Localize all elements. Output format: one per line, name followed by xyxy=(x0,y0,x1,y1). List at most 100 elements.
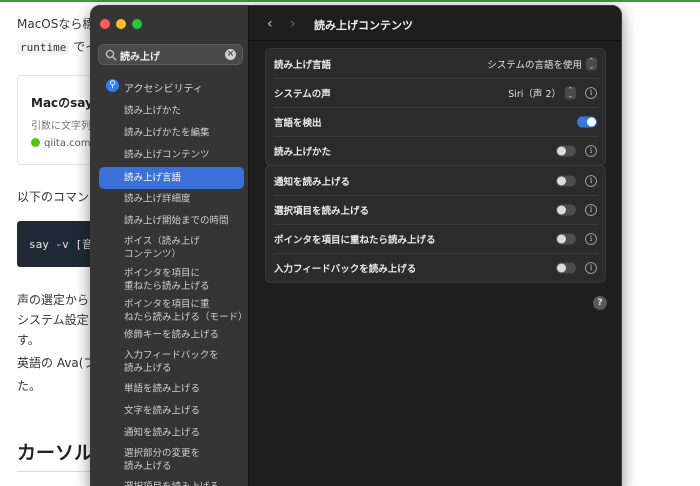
sidebar-item-7[interactable]: ボイス（読み上げ コンテンツ） xyxy=(99,233,244,263)
bg-text-line: runtime でイ xyxy=(17,38,97,55)
sidebar-item-13[interactable]: 文字を読み上げる xyxy=(99,401,244,421)
link-card-domain: qiita.com xyxy=(44,138,91,149)
sidebar-item-label: 読み上げかたを編集 xyxy=(124,127,210,139)
sidebar-item-15[interactable]: 選択部分の変更を 読み上げる xyxy=(99,445,244,475)
page-top-accent xyxy=(0,0,700,2)
sidebar-item-16[interactable]: 選択項目を読み上げる xyxy=(99,477,244,486)
setting-label: 入力フィードバックを読み上げる xyxy=(274,263,417,275)
sidebar-item-2[interactable]: 読み上げかたを編集 xyxy=(99,123,244,143)
toggle-switch[interactable] xyxy=(556,233,576,244)
sidebar-item-label: ポインタを項目に重 ねたら読み上げる（モード） xyxy=(124,298,248,324)
bg-text-line: システム設定 xyxy=(17,313,89,327)
sidebar-category-accessibility[interactable]: ⚲ アクセシビリティ xyxy=(99,77,244,95)
minimize-window-button[interactable] xyxy=(116,19,126,29)
sidebar-item-label-line: 読み上げる xyxy=(124,363,172,374)
setting-row: 選択項目を読み上げる i xyxy=(266,195,605,224)
sidebar-item-label: 読み上げコンテンツ xyxy=(124,149,210,161)
sidebar-item-3[interactable]: 読み上げコンテンツ xyxy=(99,145,244,165)
setting-row: 読み上げかた i xyxy=(266,136,605,165)
bg-text-line: す。 xyxy=(17,333,40,347)
toggle-knob xyxy=(557,146,566,155)
setting-row: 通知を読み上げる i xyxy=(266,166,605,195)
toggle-switch[interactable] xyxy=(556,204,576,215)
setting-label: 読み上げ言語 xyxy=(274,59,332,71)
sidebar-item-label: 文字を読み上げる xyxy=(124,405,201,417)
toggle-switch[interactable] xyxy=(556,262,576,273)
search-input[interactable] xyxy=(120,47,220,63)
sidebar-item-5[interactable]: 読み上げ詳細度 xyxy=(99,189,244,209)
sidebar-item-label: ポインタを項目に 重ねたら読み上げる xyxy=(124,267,210,293)
sidebar-item-label-line: 選択部分の変更を xyxy=(124,448,201,459)
zoom-window-button[interactable] xyxy=(132,19,142,29)
clear-search-icon[interactable]: × xyxy=(225,49,236,60)
sidebar-item-label-line: ボイス（読み上げ xyxy=(124,236,200,247)
info-icon[interactable]: i xyxy=(585,86,597,99)
page-title: 読み上げコンテンツ xyxy=(314,19,413,32)
accessibility-icon: ⚲ xyxy=(106,79,119,92)
search-icon xyxy=(105,49,117,61)
sidebar-item-label: 単語を読み上げる xyxy=(124,383,201,395)
toggle-switch[interactable] xyxy=(556,145,576,156)
link-card-description: 引数に文字列 xyxy=(31,121,91,132)
sidebar-item-label: 読み上げ詳細度 xyxy=(124,193,191,205)
settings-window: × ⚲ アクセシビリティ 読み上げかた読み上げかたを編集読み上げコンテンツ読み上… xyxy=(90,5,622,486)
content-pane: ‹ › 読み上げコンテンツ 読み上げ言語 ⌃ ⌄ システムの言語を使用システムの声 ⌃ ⌄… xyxy=(249,6,621,486)
sidebar-item-4[interactable]: 読み上げ言語 xyxy=(99,167,244,189)
favicon-icon xyxy=(31,138,40,147)
sidebar-item-label: 読み上げ言語 xyxy=(124,172,182,184)
popup-value[interactable]: Siri（声 2） xyxy=(508,86,561,100)
setting-label: システムの声 xyxy=(274,88,331,100)
sidebar-item-14[interactable]: 通知を読み上げる xyxy=(99,423,244,443)
setting-row: システムの声 ⌃ ⌄ Siri（声 2） i xyxy=(266,78,605,107)
setting-label: 言語を検出 xyxy=(274,117,322,129)
popup-chevron-icon[interactable]: ⌃ ⌄ xyxy=(586,57,597,70)
sidebar-item-label: 修飾キーを読み上げる xyxy=(124,329,220,341)
toggle-switch[interactable] xyxy=(577,116,597,127)
sidebar-item-label: 入力フィードバックを 読み上げる xyxy=(124,349,219,375)
sidebar-item-label-line: ポインタを項目に xyxy=(124,268,201,279)
sidebar-item-label: 選択部分の変更を 読み上げる xyxy=(124,447,200,473)
info-icon[interactable]: i xyxy=(585,144,597,157)
sidebar-item-8[interactable]: ポインタを項目に 重ねたら読み上げる xyxy=(99,265,244,295)
toggle-knob xyxy=(557,205,566,214)
popup-chevron-icon[interactable]: ⌃ ⌄ xyxy=(565,86,576,99)
setting-row: 入力フィードバックを読み上げる i xyxy=(266,253,605,282)
setting-label: 読み上げかた xyxy=(274,146,332,158)
toolbar-divider xyxy=(249,40,621,41)
sidebar-category-label: アクセシビリティ xyxy=(124,84,203,95)
sidebar-item-label: 選択項目を読み上げる xyxy=(124,481,219,486)
sidebar-item-11[interactable]: 入力フィードバックを 読み上げる xyxy=(99,347,244,377)
setting-row: ポインタを項目に重ねたら読み上げる i xyxy=(266,224,605,253)
forward-button[interactable]: › xyxy=(290,16,296,32)
back-button[interactable]: ‹ xyxy=(267,16,273,32)
section-heading: カーソル xyxy=(17,442,94,464)
link-card-title: Macのsay xyxy=(31,96,93,110)
sidebar-item-12[interactable]: 単語を読み上げる xyxy=(99,379,244,399)
info-icon[interactable]: i xyxy=(585,203,597,216)
sidebar-item-label-line: 読み上げる xyxy=(124,461,172,472)
sidebar-item-6[interactable]: 読み上げ開始までの時間 xyxy=(99,211,244,231)
info-icon[interactable]: i xyxy=(585,232,597,245)
sidebar-item-1[interactable]: 読み上げかた xyxy=(99,101,244,121)
sidebar-item-9[interactable]: ポインタを項目に重 ねたら読み上げる（モード） xyxy=(99,297,248,325)
sidebar-item-10[interactable]: 修飾キーを読み上げる xyxy=(99,325,244,345)
toggle-knob xyxy=(557,176,566,185)
popup-value[interactable]: システムの言語を使用 xyxy=(487,57,582,71)
bg-text-line: 声の選定から xyxy=(17,293,90,307)
toggle-knob xyxy=(587,117,596,126)
info-icon[interactable]: i xyxy=(585,174,597,187)
help-button[interactable]: ? xyxy=(593,296,607,310)
settings-group-language: 読み上げ言語 ⌃ ⌄ システムの言語を使用システムの声 ⌃ ⌄ Siri（声 2） i 言語を検… xyxy=(265,48,606,166)
bg-text-line: MacOSなら標 xyxy=(17,17,95,31)
toggle-switch[interactable] xyxy=(556,175,576,186)
row-divider xyxy=(274,136,599,137)
sidebar-item-label: ボイス（読み上げ コンテンツ） xyxy=(124,235,200,261)
setting-row: 読み上げ言語 ⌃ ⌄ システムの言語を使用 xyxy=(266,49,605,78)
sidebar-item-label-line: ポインタを項目に重 xyxy=(124,299,210,310)
search-field[interactable]: × xyxy=(98,44,243,65)
setting-label: 選択項目を読み上げる xyxy=(274,205,370,217)
row-divider xyxy=(274,253,599,254)
close-window-button[interactable] xyxy=(100,19,110,29)
info-icon[interactable]: i xyxy=(585,261,597,274)
row-divider xyxy=(274,224,599,225)
